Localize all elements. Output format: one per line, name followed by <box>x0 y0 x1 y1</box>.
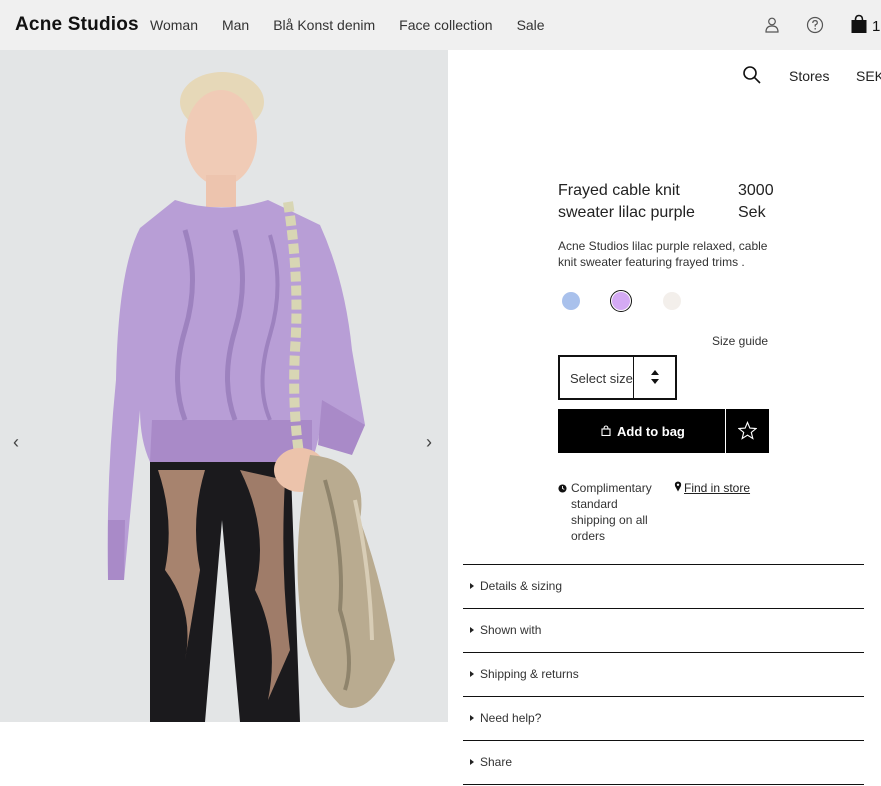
accordion-shipping-returns[interactable]: Shipping & returns <box>463 653 864 696</box>
add-to-bag-button[interactable]: Add to bag <box>558 409 725 453</box>
product-name: Frayed cable knit sweater lilac purple <box>558 182 695 221</box>
account-icon[interactable] <box>762 15 782 35</box>
caret-right-icon <box>470 759 474 765</box>
product-image[interactable]: ‹ › <box>0 50 448 722</box>
color-swatch-cream[interactable] <box>663 292 681 310</box>
accordion-label: Details & sizing <box>480 579 563 593</box>
accordion-label: Share <box>480 755 513 769</box>
currency-selector[interactable]: SEK <box>856 68 881 84</box>
nav-item-man[interactable]: Man <box>222 17 249 33</box>
help-icon[interactable] <box>805 15 825 35</box>
find-in-store-link[interactable]: Find in store <box>684 480 750 496</box>
caret-right-icon <box>470 671 474 677</box>
accordion-share[interactable]: Share <box>463 741 864 784</box>
map-pin-icon <box>674 481 682 492</box>
accordion-label: Shown with <box>480 623 542 637</box>
caret-right-icon <box>470 627 474 633</box>
chevron-right-icon[interactable]: › <box>426 432 438 452</box>
nav-item-bla-konst-denim[interactable]: Blå Konst denim <box>273 17 375 33</box>
search-icon[interactable] <box>742 65 762 85</box>
accordion-label: Need help? <box>480 711 542 725</box>
sort-arrows-icon <box>651 370 659 384</box>
product-price: 3000 Sek <box>738 182 774 221</box>
product-photo <box>0 50 448 722</box>
nav-item-woman[interactable]: Woman <box>150 17 198 33</box>
caret-right-icon <box>470 583 474 589</box>
accordion-details-sizing[interactable]: Details & sizing <box>463 565 864 608</box>
nav-item-face-collection[interactable]: Face collection <box>399 17 492 33</box>
star-icon <box>738 421 757 440</box>
accordion-need-help[interactable]: Need help? <box>463 697 864 740</box>
accordion-divider <box>463 784 864 785</box>
accordion-shown-with[interactable]: Shown with <box>463 609 864 652</box>
chevron-left-icon[interactable]: ‹ <box>13 432 25 452</box>
nav-item-sale[interactable]: Sale <box>517 17 545 33</box>
add-to-bag-label: Add to bag <box>617 424 685 439</box>
main-nav: Woman Man Blå Konst denim Face collectio… <box>150 17 569 33</box>
brand-logo[interactable]: Acne Studios <box>15 14 139 36</box>
stores-link[interactable]: Stores <box>789 68 829 84</box>
size-select-label: Select size <box>570 371 633 386</box>
size-select[interactable]: Select size <box>558 355 677 400</box>
site-header: Acne Studios Woman Man Blå Konst denim F… <box>0 0 881 50</box>
lock-bag-icon <box>601 425 611 436</box>
clock-icon <box>558 484 567 493</box>
accordion-label: Shipping & returns <box>480 667 579 681</box>
size-guide-link[interactable]: Size guide <box>712 334 768 348</box>
caret-right-icon <box>470 715 474 721</box>
color-swatch-lilac[interactable] <box>612 292 630 310</box>
bag-count[interactable]: 1 <box>872 18 880 35</box>
product-description: Acne Studios lilac purple relaxed, cable… <box>558 239 768 269</box>
shopping-bag-icon[interactable] <box>850 14 868 34</box>
color-swatch-blue[interactable] <box>562 292 580 310</box>
size-select-divider <box>633 357 634 398</box>
wishlist-button[interactable] <box>726 409 769 453</box>
shipping-info: Complimentary standard shipping on all o… <box>571 481 652 543</box>
